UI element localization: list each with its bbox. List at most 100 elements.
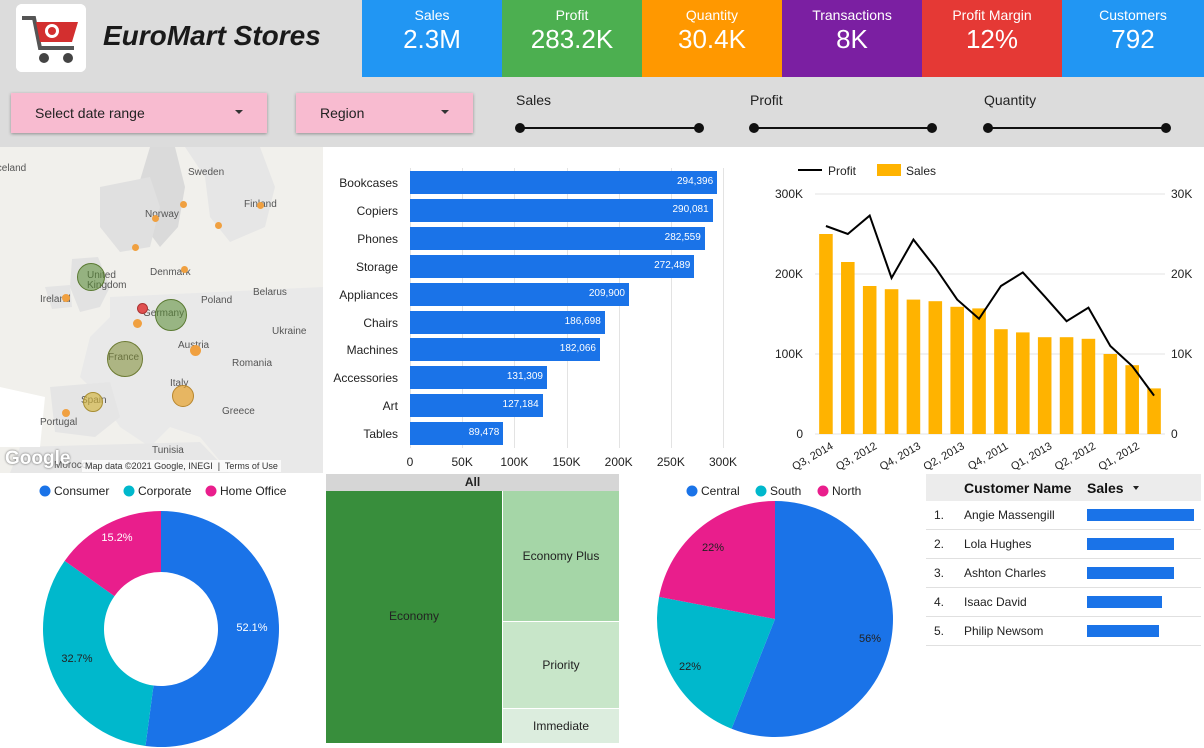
table-row[interactable]: 2. Lola Hughes [926, 530, 1201, 559]
chevron-down-icon [235, 110, 243, 114]
column-header-sales[interactable]: Sales [1087, 480, 1124, 496]
legend-label[interactable]: Consumer [54, 484, 109, 498]
treemap-root[interactable]: All [326, 474, 619, 491]
y-left-tick: 100K [775, 347, 803, 361]
column-header-customer[interactable]: Customer Name [964, 480, 1071, 496]
x-tick-label: 300K [708, 455, 738, 469]
sales-bar[interactable] [841, 262, 855, 434]
pie-slice[interactable] [43, 560, 154, 746]
map-bubble[interactable] [107, 341, 143, 377]
sales-bar[interactable] [950, 306, 964, 434]
slider-handle-min[interactable] [515, 123, 525, 133]
map-bubble[interactable] [181, 266, 188, 273]
slider-label: Sales [516, 92, 552, 108]
map-bubble[interactable] [152, 215, 159, 222]
sales-bar[interactable] [1059, 337, 1074, 434]
range-slider[interactable] [983, 123, 1171, 133]
map-country-label: Ukraine [272, 326, 307, 337]
bar[interactable]: 290,081 [410, 198, 713, 222]
table-row[interactable]: 1. Angie Massengill [926, 501, 1201, 530]
map-bubble[interactable] [62, 294, 70, 302]
map-bubble[interactable] [133, 319, 142, 328]
treemap-label: Economy Plus [522, 549, 600, 563]
bar[interactable]: 272,489 [410, 254, 695, 278]
region-label: Region [320, 105, 365, 121]
bar[interactable]: 282,559 [410, 226, 705, 250]
x-tick-label: Q4, 2011 [966, 440, 1010, 473]
slider-handle-max[interactable] [1161, 123, 1171, 133]
legend-label[interactable]: Central [701, 484, 740, 498]
kpi-value: 283.2K [530, 24, 614, 54]
legend-sales[interactable]: Sales [906, 164, 936, 178]
map-country-label: Portugal [40, 417, 78, 428]
sales-bar[interactable] [1016, 332, 1030, 434]
range-slider[interactable] [515, 123, 704, 133]
bar[interactable]: 294,396 [410, 171, 718, 194]
slice-value-label: 15.2% [101, 532, 132, 544]
sales-bar[interactable] [1037, 337, 1052, 434]
map-bubble[interactable] [137, 303, 148, 314]
map-bubble[interactable] [155, 299, 187, 331]
map-bubble[interactable] [77, 263, 105, 291]
sales-bar[interactable] [1103, 354, 1118, 434]
bar[interactable]: 89,478 [410, 422, 504, 446]
sales-bar[interactable] [994, 329, 1008, 434]
sales-bar[interactable] [819, 234, 833, 434]
customer-name: Angie Massengill [964, 508, 1055, 522]
map-bubble[interactable] [190, 345, 201, 356]
terms-link[interactable]: Terms of Use [225, 461, 278, 471]
date-range-dropdown[interactable]: Select date range [11, 93, 267, 133]
treemap-cell-economy-plus[interactable]: Economy Plus [503, 491, 619, 621]
legend-label[interactable]: South [770, 484, 801, 498]
slider-handle-min[interactable] [983, 123, 993, 133]
map-bubble[interactable] [215, 222, 222, 229]
range-slider[interactable] [749, 123, 937, 133]
sales-bar [1087, 509, 1194, 521]
sales-bar[interactable] [906, 299, 921, 434]
map-bubble[interactable] [180, 201, 187, 208]
bar[interactable]: 131,309 [410, 366, 547, 390]
slider-handle-max[interactable] [694, 123, 704, 133]
table-row[interactable]: 3. Ashton Charles [926, 559, 1201, 588]
region-dropdown[interactable]: Region [296, 93, 473, 133]
bar-value-label: 209,900 [588, 287, 625, 299]
treemap-label: Priority [542, 658, 580, 672]
sales-bar[interactable] [884, 289, 899, 434]
page-title: EuroMart Stores [103, 20, 321, 51]
sales-bar[interactable] [1081, 338, 1096, 434]
table-row[interactable]: 4. Isaac David [926, 588, 1201, 617]
sales-bar[interactable] [928, 301, 943, 434]
map-bubble[interactable] [172, 385, 194, 407]
map-bubble[interactable] [257, 202, 264, 209]
bar[interactable]: 186,698 [410, 310, 605, 334]
legend-label[interactable]: Corporate [138, 484, 192, 498]
map-bubble[interactable] [83, 392, 103, 412]
map-bubble[interactable] [132, 244, 139, 251]
bar[interactable]: 127,184 [410, 394, 543, 418]
sales-bar [1087, 625, 1159, 637]
sales-bar[interactable] [1125, 365, 1139, 434]
category-label: Chairs [363, 315, 398, 330]
treemap-cell-economy[interactable]: Economy [326, 491, 502, 743]
x-tick-label: Q4, 2013 [878, 440, 923, 473]
slider-handle-max[interactable] [927, 123, 937, 133]
legend-swatch [755, 485, 767, 497]
legend-sales-swatch [877, 164, 901, 176]
bar[interactable]: 209,900 [410, 282, 629, 306]
legend-label[interactable]: North [832, 484, 861, 498]
table-row[interactable]: 5. Philip Newsom [926, 617, 1201, 646]
slider-handle-min[interactable] [749, 123, 759, 133]
legend-profit[interactable]: Profit [828, 164, 857, 178]
bar[interactable]: 182,066 [410, 338, 600, 362]
bar-value-label: 290,081 [672, 203, 709, 215]
europe-map[interactable]: IcelandSwedenFinlandNorwayDenmarkUnited … [0, 147, 323, 473]
map-bubble[interactable] [62, 409, 70, 417]
sales-bar[interactable] [972, 308, 986, 434]
bar-value-label: 186,698 [564, 315, 601, 327]
legend-label[interactable]: Home Office [220, 484, 287, 498]
map-country-label: Belarus [253, 287, 287, 298]
treemap-cell-immediate[interactable]: Immediate [503, 709, 619, 743]
sales-bar[interactable] [862, 286, 877, 434]
treemap-cell-priority[interactable]: Priority [503, 622, 619, 708]
sort-desc-icon[interactable] [1133, 486, 1139, 490]
